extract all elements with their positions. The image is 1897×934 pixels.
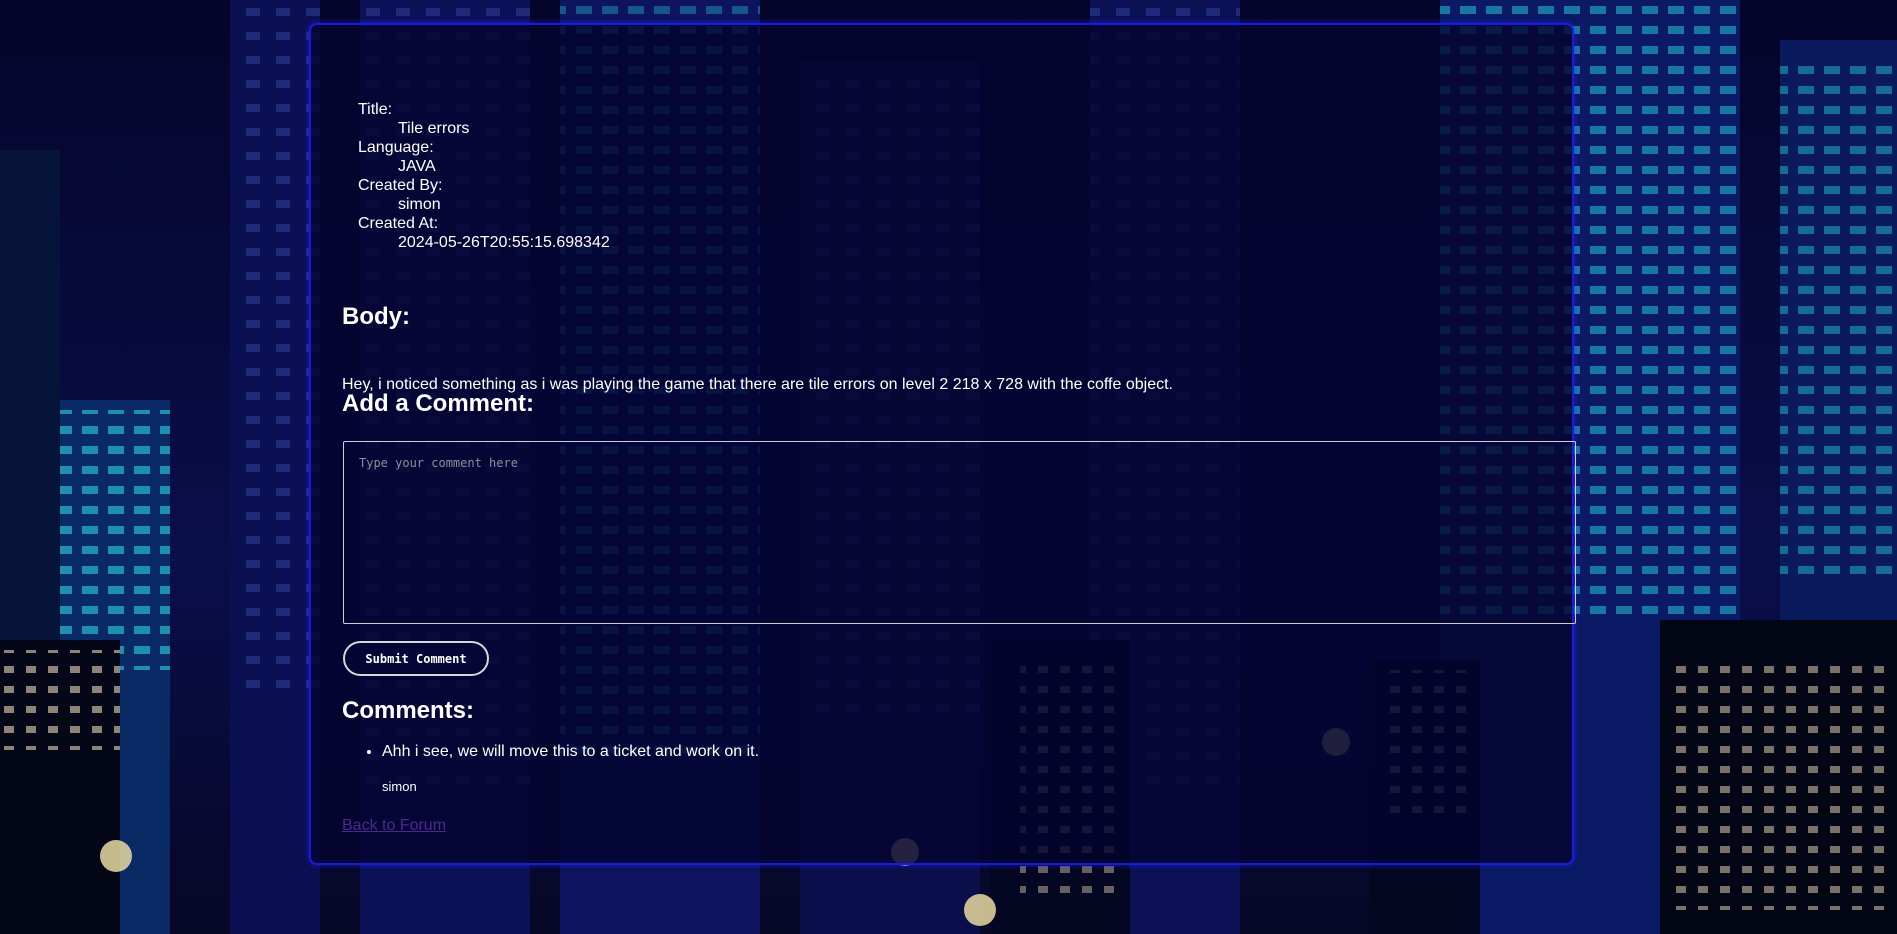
comment-author: simon [382, 779, 417, 794]
body-heading: Body: [342, 303, 410, 330]
language-label: Language: [358, 139, 434, 156]
comment-input[interactable] [343, 441, 1576, 624]
submit-comment-button[interactable]: Submit Comment [343, 641, 489, 676]
comment-text: Ahh i see, we will move this to a ticket… [382, 743, 760, 760]
created-at-label: Created At: [358, 215, 439, 232]
back-to-forum-link[interactable]: Back to Forum [342, 817, 446, 835]
comments-heading: Comments: [342, 697, 475, 724]
comments-list: Ahh i see, we will move this to a ticket… [342, 743, 759, 794]
created-at-value: 2024-05-26T20:55:15.698342 [398, 234, 610, 251]
ticket-details: Title: Tile errors Language: JAVA Create… [358, 100, 610, 252]
ticket-panel: Title: Tile errors Language: JAVA Create… [309, 23, 1576, 865]
created-by-label: Created By: [358, 177, 443, 194]
title-value: Tile errors [398, 120, 470, 137]
title-label: Title: [358, 101, 393, 118]
comment-item: Ahh i see, we will move this to a ticket… [382, 743, 759, 794]
add-comment-heading: Add a Comment: [342, 390, 534, 417]
language-value: JAVA [398, 158, 436, 175]
created-by-value: simon [398, 196, 441, 213]
